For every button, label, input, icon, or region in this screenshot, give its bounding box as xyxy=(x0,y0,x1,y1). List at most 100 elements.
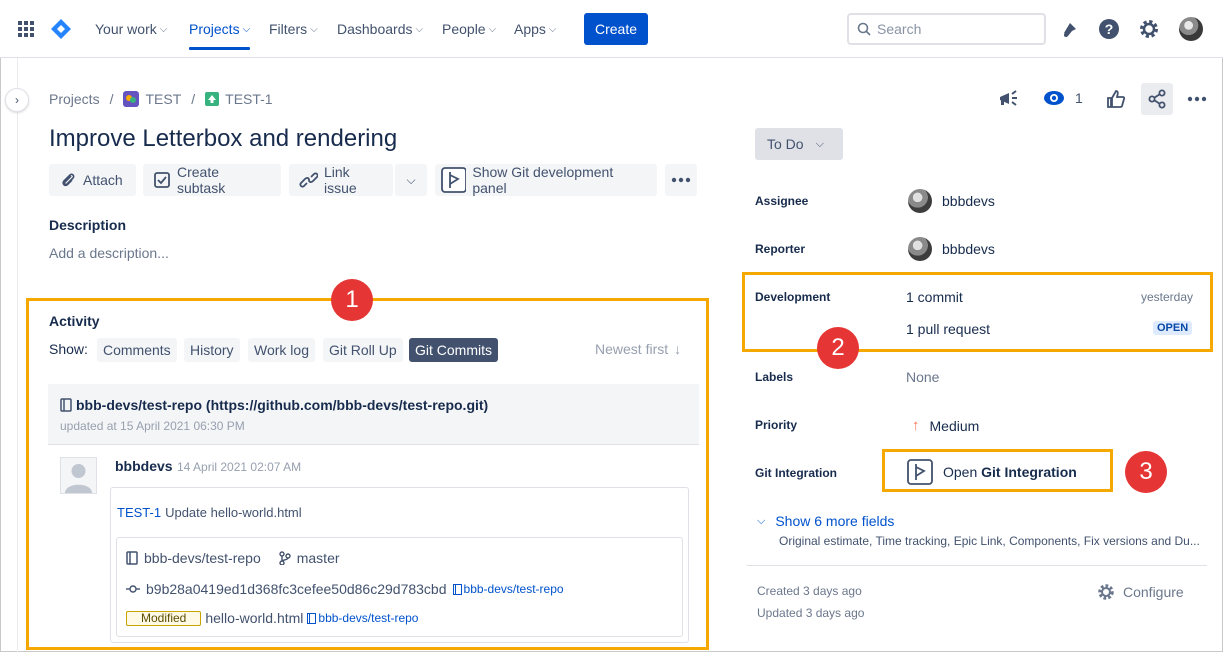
reporter-label: Reporter xyxy=(755,242,806,256)
updated-date: Updated 3 days ago xyxy=(757,606,865,620)
show-label: Show: xyxy=(49,341,88,357)
repo-updated: updated at 15 April 2021 06:30 PM xyxy=(60,419,245,433)
eye-icon xyxy=(1044,91,1064,105)
repository-icon xyxy=(126,551,138,565)
reporter-value[interactable]: bbbdevs xyxy=(908,237,995,261)
link-issue-button[interactable]: Link issue xyxy=(289,164,393,196)
repository-link-icon xyxy=(452,583,462,595)
repository-icon xyxy=(60,398,72,412)
nav-projects[interactable]: Projects ⌵ xyxy=(189,21,251,50)
commit-message-text: Update hello-world.html xyxy=(165,505,302,520)
breadcrumb-projects[interactable]: Projects xyxy=(49,91,100,107)
more-actions-icon[interactable] xyxy=(1187,96,1207,102)
search-input[interactable]: Search xyxy=(847,13,1046,45)
show-more-fields-label: Show 6 more fields xyxy=(775,513,895,529)
modified-badge: Modified xyxy=(126,610,202,626)
git-development-panel-button[interactable]: Show Git development panel xyxy=(435,164,657,196)
link-icon xyxy=(299,172,318,188)
commit-repo-name: bbb-devs/test-repo xyxy=(144,550,261,566)
chevron-down-icon: ⌵ xyxy=(415,23,424,35)
filter-work-log[interactable]: Work log xyxy=(248,338,315,362)
nav-label: Apps xyxy=(514,21,546,37)
development-label: Development xyxy=(755,290,831,304)
nav-apps[interactable]: Apps ⌵ xyxy=(514,21,557,37)
attach-button[interactable]: Attach xyxy=(49,164,136,196)
breadcrumb-separator: / xyxy=(109,91,114,107)
pull-requests-link[interactable]: 1 pull request xyxy=(906,321,990,337)
nav-people[interactable]: People ⌵ xyxy=(442,21,496,37)
filter-history[interactable]: History xyxy=(184,338,240,362)
issue-title[interactable]: Improve Letterbox and rendering xyxy=(49,125,397,153)
user-avatar[interactable] xyxy=(1179,17,1203,41)
activity-heading: Activity xyxy=(49,313,100,329)
configure-button[interactable]: Configure xyxy=(1097,583,1184,601)
settings-gear-icon[interactable] xyxy=(1138,18,1160,40)
nav-dashboards[interactable]: Dashboards ⌵ xyxy=(337,21,423,37)
link-issue-label: Link issue xyxy=(323,164,357,196)
labels-value[interactable]: None xyxy=(906,369,939,385)
assignee-label: Assignee xyxy=(755,194,809,208)
commit-issue-link[interactable]: TEST-1 xyxy=(117,505,161,520)
link-issue-dropdown[interactable]: ⌵ xyxy=(395,164,427,196)
open-git-integration-button[interactable]: Open Git Integration xyxy=(907,459,1077,485)
gear-icon xyxy=(1098,584,1114,600)
notifications-icon[interactable] xyxy=(1060,19,1080,39)
filter-git-commits[interactable]: Git Commits xyxy=(409,338,498,362)
nav-label: Projects xyxy=(189,21,240,37)
feedback-megaphone-icon[interactable] xyxy=(997,88,1019,110)
nav-filters[interactable]: Filters ⌵ xyxy=(269,21,318,37)
breadcrumb-project[interactable]: TEST xyxy=(145,91,181,107)
configure-label: Configure xyxy=(1123,584,1184,600)
default-avatar-icon xyxy=(65,464,92,493)
hash-repo-link-label: bbb-devs/test-repo xyxy=(463,582,564,596)
create-subtask-button[interactable]: Create subtask xyxy=(143,164,281,196)
create-button[interactable]: Create xyxy=(584,13,648,45)
chevron-down-icon: ⌵ xyxy=(488,23,497,35)
filter-comments[interactable]: Comments xyxy=(97,338,177,362)
file-repo-link[interactable]: bbb-devs/test-repo xyxy=(307,611,418,625)
more-fields-list: Original estimate, Time tracking, Epic L… xyxy=(779,534,1200,548)
priority-value[interactable]: ↑ Medium xyxy=(912,417,979,434)
jira-logo-icon[interactable] xyxy=(50,18,72,40)
status-label: To Do xyxy=(767,136,804,152)
nav-your-work[interactable]: Your work ⌵ xyxy=(95,21,167,37)
watch-button[interactable]: 1 xyxy=(1043,90,1083,106)
commit-hash[interactable]: b9b28a0419ed1d368fc3cefee50d86c29d783cbd xyxy=(146,581,447,597)
created-date: Created 3 days ago xyxy=(757,584,862,598)
reporter-avatar xyxy=(908,237,932,261)
callout-badge-2: 2 xyxy=(817,327,859,369)
more-button[interactable] xyxy=(665,164,697,196)
branch-icon xyxy=(279,551,291,565)
chevron-down-icon: ⌵ xyxy=(757,514,766,527)
attach-label: Attach xyxy=(83,172,123,188)
help-icon[interactable]: ? xyxy=(1098,18,1120,40)
create-subtask-label: Create subtask xyxy=(176,164,226,196)
hash-repo-link[interactable]: bbb-devs/test-repo xyxy=(452,582,564,596)
show-more-fields-button[interactable]: ⌵ Show 6 more fields xyxy=(757,513,894,529)
paperclip-icon xyxy=(62,173,75,187)
commit-author[interactable]: bbbdevs xyxy=(115,458,173,474)
watchers-count: 1 xyxy=(1075,90,1083,106)
like-thumbs-up-icon[interactable] xyxy=(1105,88,1127,110)
top-navigation: Your work ⌵ Projects ⌵ Filters ⌵ Dashboards… xyxy=(0,0,1223,58)
share-button[interactable] xyxy=(1141,83,1173,115)
chevron-down-icon: ⌵ xyxy=(159,23,168,35)
chevron-down-icon: ⌵ xyxy=(310,23,318,35)
git-integration-label: Git Integration xyxy=(755,466,837,480)
filter-git-roll-up[interactable]: Git Roll Up xyxy=(323,338,403,362)
sort-label: Newest first xyxy=(595,341,669,357)
chevron-down-icon: ⌵ xyxy=(242,23,251,35)
commits-link[interactable]: 1 commit xyxy=(906,289,963,305)
status-dropdown[interactable]: To Do ⌵ xyxy=(755,128,843,160)
app-switcher-icon[interactable] xyxy=(18,21,34,37)
description-input[interactable]: Add a description... xyxy=(49,245,169,261)
breadcrumb-issue[interactable]: TEST-1 xyxy=(225,91,272,107)
sort-newest-first[interactable]: Newest first ↓ xyxy=(595,341,681,357)
assignee-value[interactable]: bbbdevs xyxy=(908,189,995,213)
changed-file-row: Modified hello-world.html bbb-devs/test-… xyxy=(126,610,418,626)
commit-hash-row: b9b28a0419ed1d368fc3cefee50d86c29d783cbd… xyxy=(126,581,564,597)
changed-file-name[interactable]: hello-world.html xyxy=(205,610,303,626)
expand-sidebar-button[interactable]: › xyxy=(5,88,29,112)
chevron-down-icon: ⌵ xyxy=(406,172,416,187)
commit-message: TEST-1 Update hello-world.html xyxy=(117,505,302,520)
